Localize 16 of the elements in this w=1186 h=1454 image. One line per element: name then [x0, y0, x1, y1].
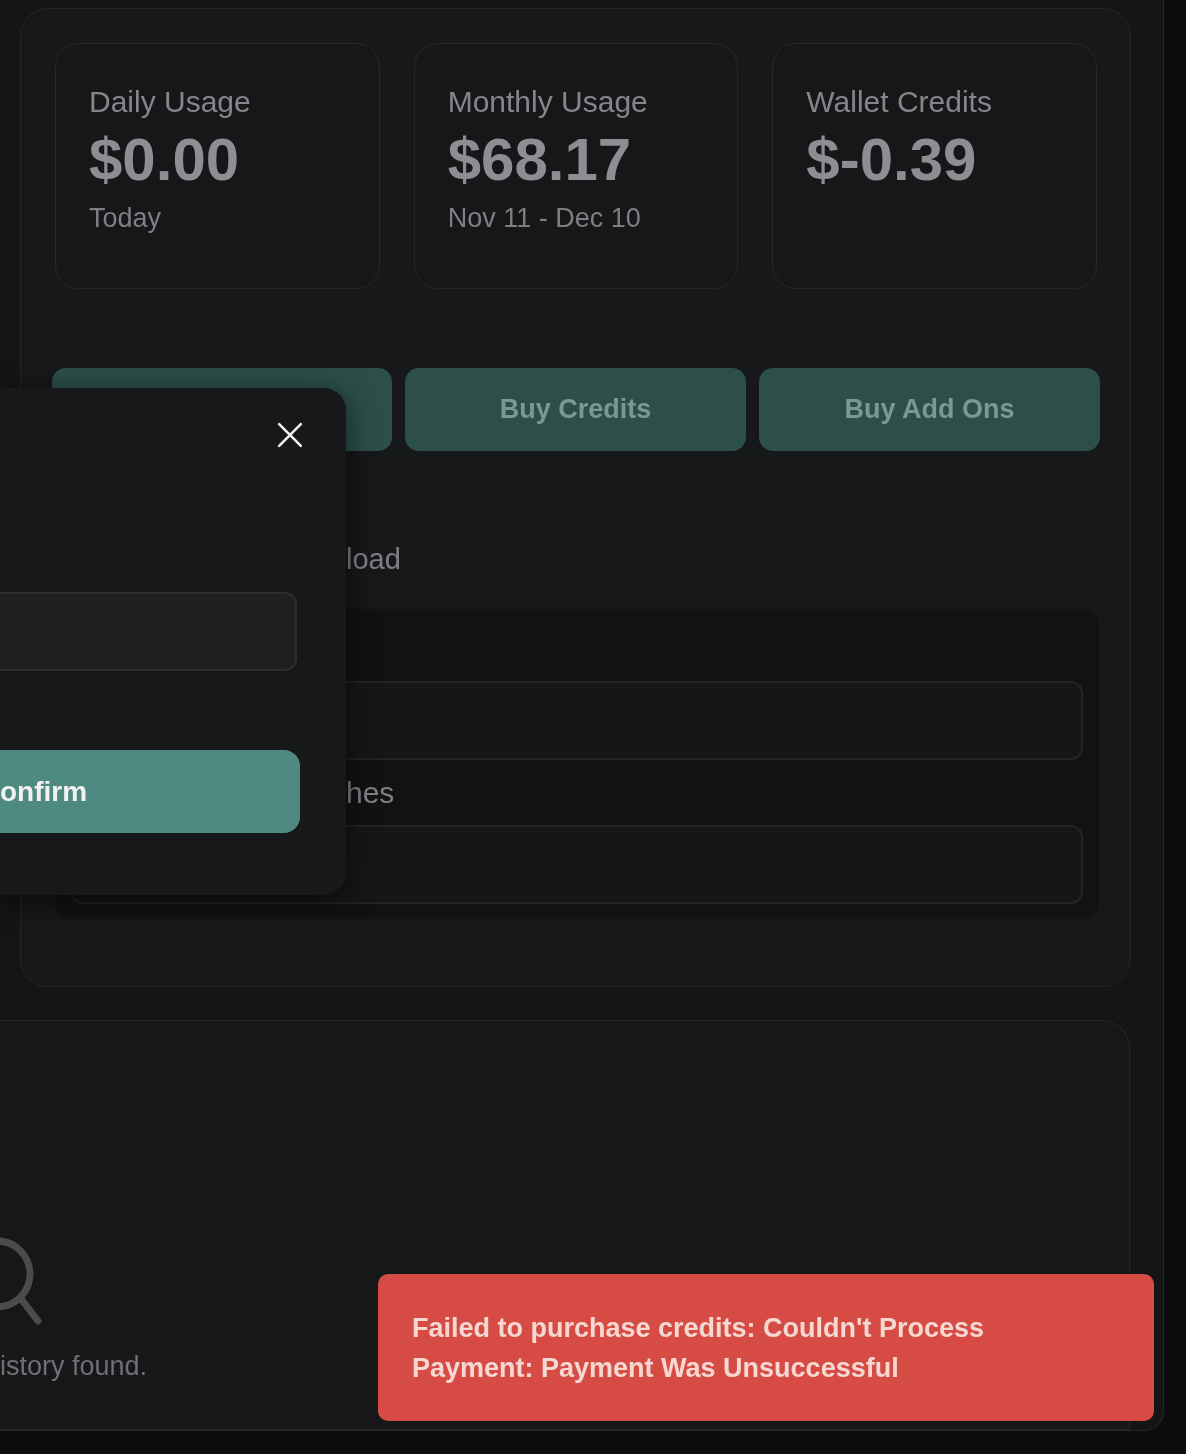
stat-value: $-0.39: [806, 125, 978, 195]
field-label: hes: [346, 776, 395, 809]
action-button[interactable]: Buy Credits: [405, 368, 746, 451]
toast-message: Failed to purchase credits: Couldn't Process Payment: Payment Was Unsuccessful: [412, 1312, 986, 1385]
stat-label: Daily Usage: [89, 84, 252, 120]
section-label: load: [346, 543, 401, 575]
stat-caption: Today: [89, 202, 163, 235]
action-button[interactable]: Buy Add Ons: [759, 368, 1100, 451]
stat-value: $0.00: [89, 125, 241, 195]
close-icon[interactable]: [277, 422, 303, 448]
stat-value: $68.17: [447, 125, 633, 195]
stat-label: Wallet Credits: [806, 84, 993, 120]
empty-message: istory found.: [0, 1350, 148, 1383]
stat-caption: Nov 11 - Dec 10: [447, 202, 642, 235]
confirm-button[interactable]: onfirm: [0, 750, 300, 833]
stat-label: Monthly Usage: [447, 84, 649, 120]
